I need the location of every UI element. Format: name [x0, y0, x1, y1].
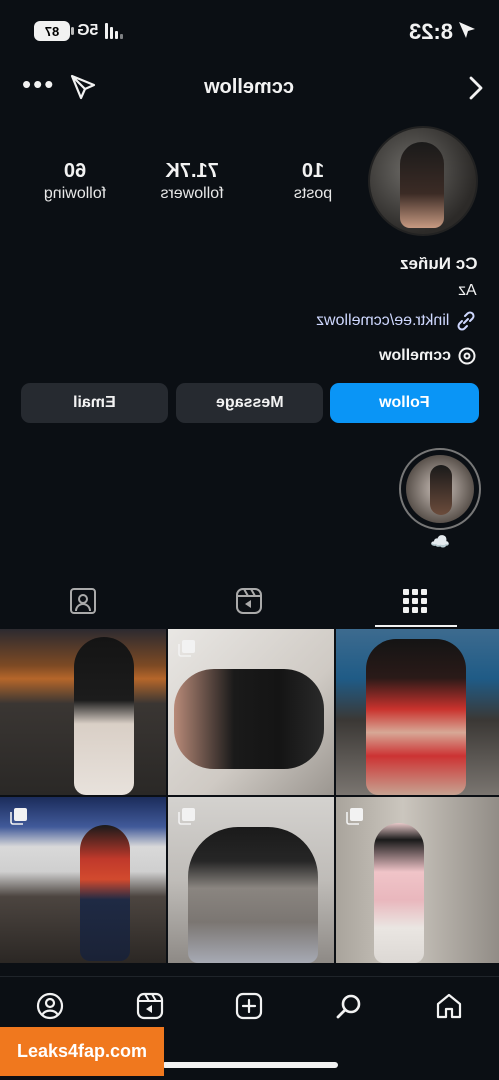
battery-icon: 87 — [34, 21, 70, 41]
status-indicators: 87 5G — [34, 21, 124, 41]
threads-icon — [458, 347, 476, 365]
bio-link[interactable]: linktr.ee/ccmellowz — [316, 310, 477, 332]
multi-photo-icon — [178, 640, 195, 657]
follow-button[interactable]: Follow — [330, 383, 479, 423]
multi-photo-icon — [178, 808, 195, 825]
location-arrow-icon — [459, 22, 475, 38]
signal-icon — [105, 23, 124, 39]
follow-button-label: Follow — [379, 394, 430, 411]
grid-post[interactable] — [336, 629, 499, 795]
watermark: Leaks4fap.com — [0, 1027, 164, 1076]
status-bar: 87 5G 8:23 — [0, 0, 499, 66]
stat-posts-value: 10 — [301, 160, 325, 182]
link-icon — [457, 311, 475, 331]
threads-handle[interactable]: ccmellow — [379, 347, 451, 365]
battery-level: 87 — [44, 23, 60, 39]
multi-photo-icon — [10, 808, 27, 825]
stat-posts[interactable]: 10 posts — [285, 160, 341, 203]
bio-link-text[interactable]: linktr.ee/ccmellowz — [316, 312, 449, 330]
stat-followers[interactable]: 71.7K followers — [150, 160, 234, 203]
network-label: 5G — [77, 22, 99, 39]
stat-following-value: 60 — [63, 160, 87, 182]
page-title: ccmellow — [0, 76, 499, 99]
status-time: 8:23 — [408, 19, 453, 44]
display-name: Cc Nuñez — [400, 254, 477, 274]
tagged-icon[interactable] — [68, 586, 98, 616]
grid-post[interactable] — [0, 797, 166, 963]
grid-post[interactable] — [168, 629, 334, 795]
highlight-label: ☁️ — [430, 534, 450, 551]
bio-text-value: Az — [458, 282, 477, 299]
profile-header: ••• ccmellow — [0, 68, 499, 108]
message-button[interactable]: Message — [176, 383, 323, 423]
message-button-label: Message — [215, 394, 284, 411]
header-username: ccmellow — [204, 76, 295, 98]
stat-following[interactable]: 60 following — [36, 160, 114, 203]
reels-nav-icon[interactable] — [135, 991, 165, 1021]
create-post-icon[interactable] — [234, 991, 264, 1021]
chevron-right-icon[interactable] — [465, 73, 487, 103]
active-tab-indicator — [375, 625, 457, 627]
profile-tabs — [0, 580, 499, 628]
stat-followers-label: followers — [160, 185, 224, 202]
stat-followers-value: 71.7K — [165, 160, 219, 182]
reels-icon[interactable] — [234, 586, 264, 616]
threads-badge[interactable]: ccmellow — [379, 346, 477, 366]
email-button[interactable]: Email — [21, 383, 168, 423]
search-icon[interactable] — [334, 991, 364, 1021]
multi-photo-icon — [346, 808, 363, 825]
profile-icon[interactable] — [35, 991, 65, 1021]
grid-post[interactable] — [168, 797, 334, 963]
stat-posts-label: posts — [293, 185, 333, 202]
bio-text: Az — [458, 282, 477, 300]
posts-grid — [0, 629, 499, 973]
avatar[interactable] — [368, 126, 478, 236]
stat-following-label: following — [43, 185, 107, 202]
grid-post[interactable] — [0, 629, 166, 795]
grid-post[interactable] — [336, 797, 499, 963]
story-highlight[interactable] — [399, 448, 481, 530]
home-icon[interactable] — [434, 991, 464, 1021]
grid-icon[interactable] — [400, 586, 430, 616]
home-indicator[interactable] — [162, 1062, 338, 1068]
email-button-label: Email — [73, 394, 116, 411]
display-name-text: Cc Nuñez — [399, 254, 477, 273]
